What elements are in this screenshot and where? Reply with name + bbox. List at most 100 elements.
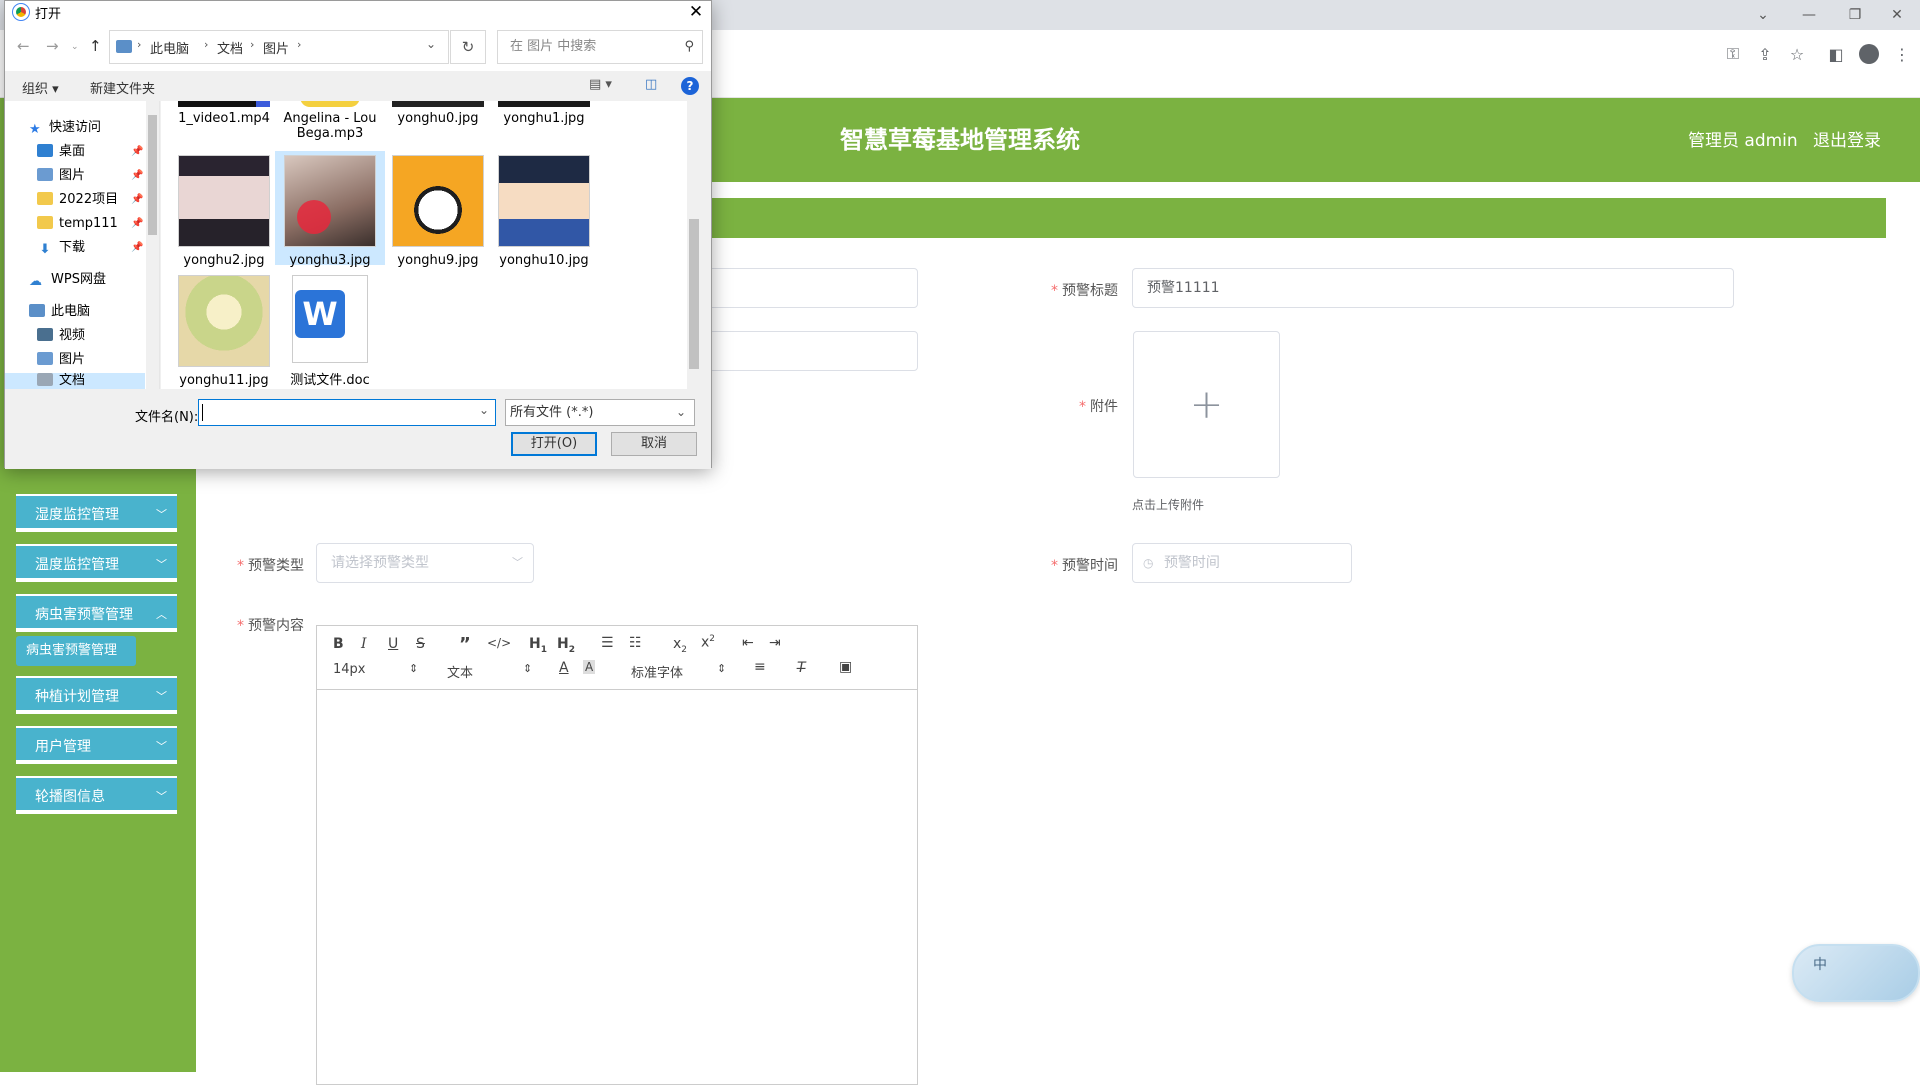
minimize-button[interactable]: — [1786, 0, 1832, 30]
menu-icon[interactable]: ⋮ [1886, 38, 1918, 70]
nav-this-pc[interactable]: 此电脑 [29, 301, 90, 323]
font-color-icon[interactable]: A [559, 660, 569, 676]
subscript-icon[interactable]: x2 [673, 636, 687, 655]
editor-toolbar: B I U S ” </> H1 H2 ☰ ☷ x2 x2 ⇤ ⇥ 14px ⇕… [317, 626, 917, 690]
sidebar-item-humidity[interactable]: 湿度监控管理 ﹀ [16, 494, 177, 532]
chevron-down-icon: ﹀ [156, 790, 167, 803]
nav-videos[interactable]: 视频 [37, 325, 85, 347]
partial-input-1[interactable] [700, 268, 918, 308]
chevron-down-icon[interactable]: ⌄ [479, 403, 489, 417]
background-color-icon[interactable]: A [583, 660, 596, 674]
partial-input-2[interactable] [700, 331, 918, 371]
file-item-doc[interactable]: W 测试文件.doc [275, 275, 385, 388]
logout-link[interactable]: 退出登录 [1813, 126, 1881, 151]
italic-icon[interactable]: I [361, 636, 367, 652]
search-input[interactable]: 在 图片 中搜索 ⚲ [497, 30, 703, 64]
rich-text-editor[interactable]: B I U S ” </> H1 H2 ☰ ☷ x2 x2 ⇤ ⇥ 14px ⇕… [316, 625, 918, 1085]
align-icon[interactable]: ≡ [754, 659, 766, 675]
file-item-yonghu1[interactable]: yonghu1.jpg [489, 101, 599, 126]
sidebar-item-pest-warning[interactable]: 病虫害预警管理 ︿ [16, 594, 177, 632]
upload-button[interactable]: + [1133, 331, 1280, 478]
file-item-yonghu10[interactable]: yonghu10.jpg [489, 155, 599, 268]
tab-search-icon[interactable]: ⌄ [1740, 0, 1786, 30]
ime-widget[interactable] [1792, 944, 1920, 1002]
refresh-icon[interactable]: ↻ [450, 30, 486, 64]
sidebar-item-temperature[interactable]: 温度监控管理 ﹀ [16, 544, 177, 582]
image-icon[interactable]: ▣ [839, 659, 852, 675]
computer-icon [29, 304, 45, 317]
submenu-pest-warning[interactable]: 病虫害预警管理 [16, 636, 136, 666]
back-icon[interactable]: ← [17, 37, 30, 55]
file-scrollbar[interactable] [687, 101, 701, 389]
code-icon[interactable]: </> [487, 636, 511, 650]
profile-icon[interactable] [1853, 38, 1885, 70]
address-bar[interactable]: › 此电脑 › 文档 › 图片 › ⌄ [109, 30, 449, 64]
breadcrumb-this-pc[interactable]: 此电脑 [150, 38, 189, 57]
open-button[interactable]: 打开(O) [511, 432, 597, 456]
pictures-icon [37, 168, 53, 181]
preview-pane-icon[interactable]: ◫ [645, 77, 657, 92]
up-icon[interactable]: ↑ [89, 37, 102, 55]
bold-icon[interactable]: B [333, 636, 344, 652]
close-window-button[interactable]: ✕ [1874, 0, 1920, 30]
bullet-list-icon[interactable]: ☷ [629, 635, 642, 651]
nav-pictures-pc[interactable]: 图片 [37, 349, 85, 371]
block-format-select[interactable]: 文本 [447, 662, 473, 681]
breadcrumb-pictures[interactable]: 图片 [263, 38, 289, 57]
close-icon[interactable]: ✕ [681, 1, 711, 23]
underline-icon[interactable]: U [388, 636, 398, 652]
heading2-icon[interactable]: H2 [557, 636, 575, 655]
breadcrumb-documents[interactable]: 文档 [217, 38, 243, 57]
filename-input[interactable]: ⌄ [198, 399, 496, 426]
file-item-yonghu2[interactable]: yonghu2.jpg [169, 155, 279, 268]
nav-project-2022[interactable]: 2022项目 📌 [37, 189, 143, 211]
nav-documents[interactable]: 文档 [5, 373, 145, 389]
nav-temp111[interactable]: temp111 📌 [37, 213, 143, 235]
nav-downloads[interactable]: ⬇ 下载 📌 [37, 237, 144, 259]
sidebar-item-users[interactable]: 用户管理 ﹀ [16, 726, 177, 764]
restore-button[interactable]: ❐ [1832, 0, 1878, 30]
image-thumbnail [498, 155, 590, 247]
font-family-select[interactable]: 标准字体 [631, 662, 683, 681]
superscript-icon[interactable]: x2 [701, 634, 715, 651]
nav-pictures[interactable]: 图片 📌 [37, 165, 143, 187]
sidebar-icon[interactable]: ◧ [1820, 38, 1852, 70]
key-icon[interactable]: ⚿ [1717, 38, 1749, 70]
sidebar-item-planting-plan[interactable]: 种植计划管理 ﹀ [16, 676, 177, 714]
nav-wps-drive[interactable]: ☁ WPS网盘 [29, 269, 106, 291]
star-icon[interactable]: ☆ [1781, 38, 1813, 70]
file-item-yonghu11[interactable]: yonghu11.jpg [169, 275, 279, 388]
nav-quick-access[interactable]: ★ 快速访问 [29, 117, 101, 139]
share-icon[interactable]: ⇪ [1749, 38, 1781, 70]
type-select[interactable]: 请选择预警类型 ﹀ [316, 543, 534, 583]
file-item-video[interactable]: 1_video1.mp4 [169, 101, 279, 126]
nav-scrollbar[interactable] [146, 101, 159, 389]
file-item-yonghu0[interactable]: yonghu0.jpg [383, 101, 493, 126]
forward-icon[interactable]: → [46, 37, 59, 55]
clear-format-icon[interactable]: T̶ [797, 660, 806, 676]
view-options-icon[interactable]: ▤ ▾ [589, 77, 612, 92]
file-item-yonghu3-selected[interactable]: yonghu3.jpg [275, 151, 385, 268]
nav-desktop[interactable]: 桌面 📌 [37, 141, 143, 163]
file-item-mp3[interactable]: Angelina - Lou Bega.mp3 [275, 101, 385, 141]
updown-icon: ⇕ [523, 662, 533, 675]
font-size-select[interactable]: 14px [333, 662, 366, 677]
time-picker[interactable]: ◷ 预警时间 [1132, 543, 1352, 583]
heading1-icon[interactable]: H1 [529, 636, 547, 655]
organize-button[interactable]: 组织 ▾ [22, 78, 59, 97]
strikethrough-icon[interactable]: S [416, 636, 425, 652]
filetype-select[interactable]: 所有文件 (*.*) ⌄ [505, 399, 695, 426]
chevron-down-icon[interactable]: ⌄ [426, 37, 436, 51]
blockquote-icon[interactable]: ” [459, 634, 471, 655]
title-input[interactable]: 预警11111 [1132, 268, 1734, 308]
help-icon[interactable]: ? [681, 77, 699, 95]
sidebar-item-carousel[interactable]: 轮播图信息 ﹀ [16, 776, 177, 814]
recent-chevron-icon[interactable]: ⌄ [71, 42, 79, 52]
chevron-right-icon: › [137, 38, 142, 51]
outdent-icon[interactable]: ⇤ [742, 635, 754, 651]
new-folder-button[interactable]: 新建文件夹 [90, 78, 155, 97]
ordered-list-icon[interactable]: ☰ [601, 635, 614, 651]
file-item-yonghu9[interactable]: yonghu9.jpg [383, 155, 493, 268]
cancel-button[interactable]: 取消 [611, 432, 697, 456]
indent-icon[interactable]: ⇥ [769, 635, 781, 651]
